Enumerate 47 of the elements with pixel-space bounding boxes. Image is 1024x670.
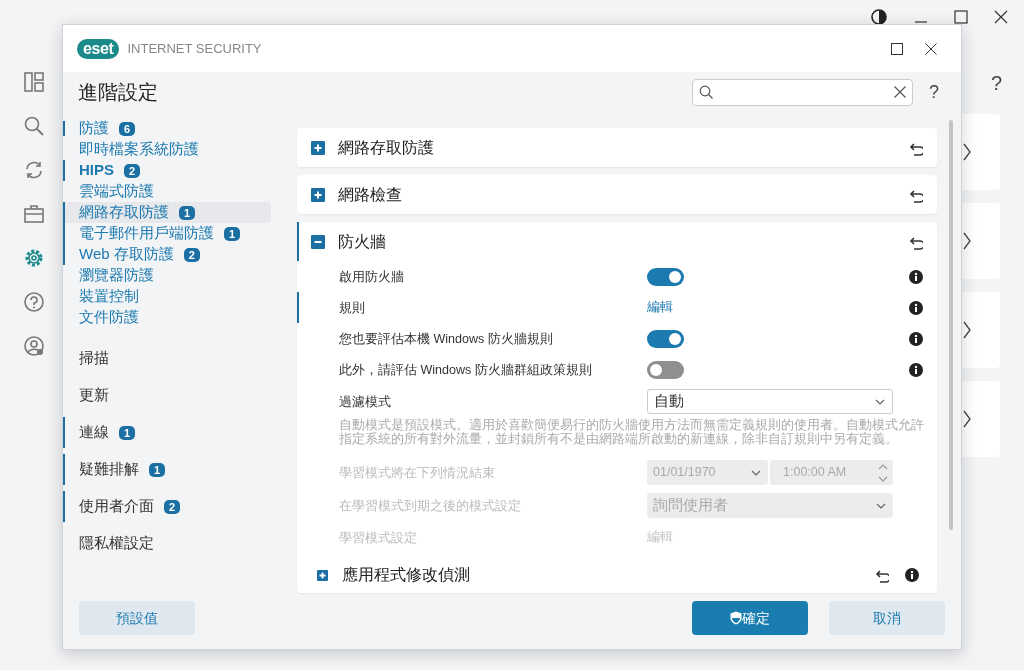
nav-item[interactable]: Web 存取防護 bbox=[79, 243, 174, 266]
dialog-button[interactable]: 確定 bbox=[692, 601, 808, 635]
section-title: 網路檢查 bbox=[338, 184, 402, 205]
count-badge: 2 bbox=[183, 247, 200, 262]
nav-item[interactable]: 使用者介面 bbox=[79, 495, 154, 518]
section-title: 防火牆 bbox=[338, 231, 386, 252]
nav-item[interactable]: 更新 bbox=[79, 384, 109, 407]
setting-label: 學習模式將在下列情況結束 bbox=[339, 465, 496, 480]
setting-label: 此外，請評估 Windows 防火牆群組政策規則 bbox=[339, 362, 593, 377]
nav-item[interactable]: 文件防護 bbox=[79, 306, 139, 329]
count-badge: 1 bbox=[224, 226, 241, 241]
nav-item[interactable]: 電子郵件用戶端防護 bbox=[79, 222, 214, 245]
dialog-button[interactable]: 取消 bbox=[829, 601, 945, 635]
section-title: 應用程式修改偵測 bbox=[342, 565, 470, 585]
dropdown[interactable]: 自動 bbox=[647, 389, 893, 414]
edit-link[interactable]: 編輯 bbox=[647, 298, 673, 317]
setting-label: 過濾模式 bbox=[339, 394, 392, 409]
count-badge: 1 bbox=[149, 462, 166, 477]
setting-label: 在學習模式到期之後的模式設定 bbox=[339, 498, 522, 513]
description-text: 自動模式是預設模式。適用於喜歡簡便易行的防火牆使用方法而無需定義規則的使用者。自動模式允許指定系統的所有對外流量，並封鎖所有不是由網路端所啟動的新連線，除非自訂規則中另有定義。 bbox=[339, 418, 925, 446]
help-button[interactable]: ? bbox=[929, 78, 939, 106]
nav-item[interactable]: 即時檔案系統防護 bbox=[79, 138, 199, 161]
nav-item[interactable]: 防護 bbox=[79, 117, 109, 140]
nav-item[interactable]: 裝置控制 bbox=[79, 285, 139, 308]
nav-item[interactable]: 瀏覽器防護 bbox=[79, 264, 154, 287]
nav-item[interactable]: 網路存取防護 bbox=[79, 201, 169, 224]
dialog-button[interactable]: 預設值 bbox=[79, 601, 195, 635]
count-badge: 6 bbox=[119, 121, 136, 136]
page-title: 進階設定 bbox=[78, 80, 158, 105]
count-badge: 2 bbox=[124, 163, 141, 178]
nav-item[interactable]: HIPS bbox=[79, 159, 114, 182]
count-badge: 1 bbox=[179, 205, 196, 220]
nav-item[interactable]: 隱私權設定 bbox=[79, 532, 154, 555]
help-button[interactable]: ? bbox=[990, 68, 1002, 98]
setting-label: 規則 bbox=[339, 300, 366, 315]
nav-item[interactable]: 疑難排解 bbox=[79, 458, 139, 481]
nav-item[interactable]: 連線 bbox=[79, 421, 109, 444]
logo: eset bbox=[77, 38, 120, 59]
section-title: 網路存取防護 bbox=[338, 137, 434, 158]
nav-item[interactable]: 雲端式防護 bbox=[79, 180, 154, 203]
nav-item[interactable]: 掃描 bbox=[79, 347, 109, 370]
setting-label: 學習模式設定 bbox=[339, 530, 418, 545]
setting-label: 您也要評估本機 Windows 防火牆規則 bbox=[339, 331, 554, 346]
product-name: INTERNET SECURITY bbox=[127, 39, 262, 58]
count-badge: 1 bbox=[119, 425, 136, 440]
setting-label: 啟用防火牆 bbox=[339, 269, 405, 284]
count-badge: 2 bbox=[164, 499, 181, 514]
